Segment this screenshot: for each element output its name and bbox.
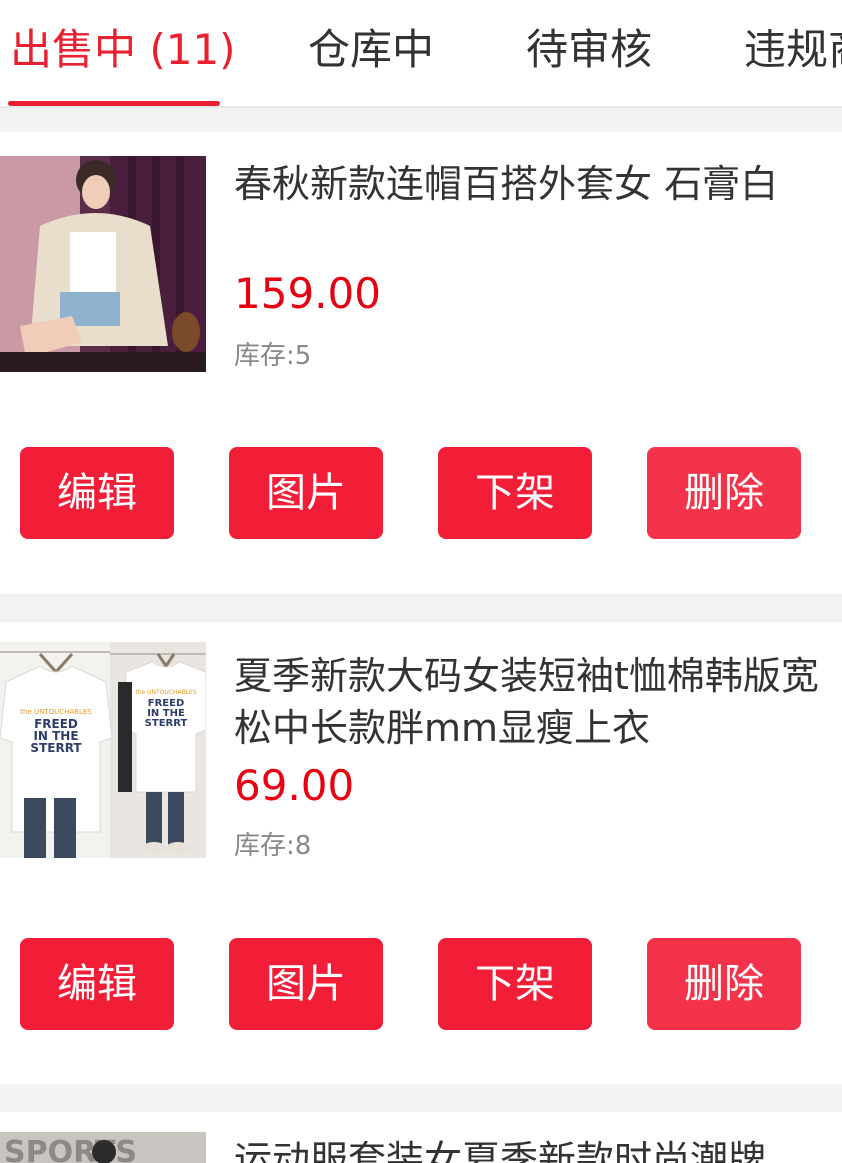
product-title: 运动服套装女夏季新款时尚潮牌 [234, 1138, 767, 1163]
sports-banner-text: SPORTS [4, 1135, 137, 1163]
stock-value: 8 [294, 831, 312, 861]
sports-suit-photo-icon: SPORTS [0, 1132, 206, 1163]
edit-button[interactable]: 编辑 [20, 938, 174, 1030]
stock-label: 库存: [234, 341, 295, 371]
active-tab-indicator [8, 101, 220, 106]
stock-value: 5 [294, 341, 312, 371]
product-card: SPORTS 运动服套装女夏季新款时尚潮牌 [0, 1112, 842, 1163]
svg-text:the UNTOUCHABLES: the UNTOUCHABLES [135, 689, 196, 696]
tab-on-sale[interactable]: 出售中 (11) [10, 24, 236, 76]
svg-text:STERRT: STERRT [145, 718, 188, 729]
svg-text:STERRT: STERRT [30, 741, 82, 755]
product-stock: 库存:8 [234, 830, 311, 862]
product-title: 夏季新款大码女装短袖t恤棉韩版宽松中长款胖mm显瘦上衣 [234, 654, 819, 750]
product-card: 春秋新款连帽百搭外套女 石膏白 159.00 库存:5 编辑 图片 下架 删除 [0, 132, 842, 594]
stock-label: 库存: [234, 831, 295, 861]
delete-button[interactable]: 删除 [647, 447, 801, 539]
product-price: 69.00 [234, 761, 355, 810]
product-price: 159.00 [234, 269, 381, 318]
product-card: the UNTOUCHABLES FREED IN THE STERRT the… [0, 622, 842, 1084]
status-tab-bar: 出售中 (11) 仓库中 待审核 违规商 [0, 0, 842, 108]
product-thumbnail[interactable]: SPORTS [0, 1132, 206, 1163]
tab-pending-review[interactable]: 待审核 [526, 24, 652, 76]
product-title: 春秋新款连帽百搭外套女 石膏白 [234, 162, 779, 206]
product-stock: 库存:5 [234, 340, 311, 372]
tab-in-warehouse[interactable]: 仓库中 [308, 24, 434, 76]
delete-button[interactable]: 删除 [647, 938, 801, 1030]
delist-button[interactable]: 下架 [438, 938, 592, 1030]
delist-button[interactable]: 下架 [438, 447, 592, 539]
images-button[interactable]: 图片 [229, 938, 383, 1030]
tab-violation[interactable]: 违规商 [744, 24, 842, 76]
product-thumbnail[interactable]: the UNTOUCHABLES FREED IN THE STERRT the… [0, 642, 206, 858]
product-thumbnail[interactable] [0, 156, 206, 372]
white-tshirt-photo-icon: the UNTOUCHABLES FREED IN THE STERRT the… [0, 642, 206, 858]
edit-button[interactable]: 编辑 [20, 447, 174, 539]
hooded-jacket-photo-icon [0, 156, 206, 372]
images-button[interactable]: 图片 [229, 447, 383, 539]
shirt-print-small: the UNTOUCHABLES [20, 708, 92, 716]
